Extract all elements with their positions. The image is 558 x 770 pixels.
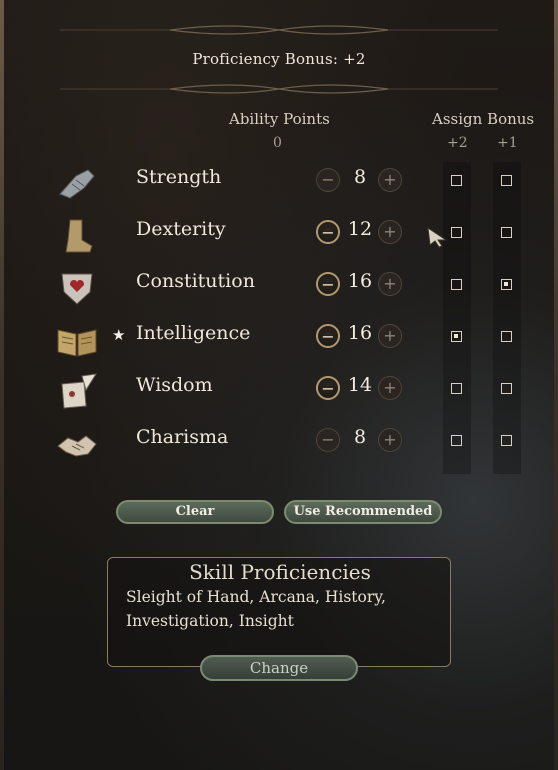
increase-intelligence-button[interactable]: + bbox=[378, 324, 402, 348]
ability-row-wisdom: Wisdom −14 + bbox=[0, 364, 558, 416]
increase-charisma-button[interactable]: + bbox=[378, 428, 402, 452]
increase-dexterity-button[interactable]: + bbox=[378, 220, 402, 244]
boot-icon bbox=[54, 216, 100, 256]
skill-proficiencies-panel: Skill Proficiencies Sleight of Hand, Arc… bbox=[107, 557, 451, 667]
ability-name-charisma: Charisma bbox=[136, 426, 229, 448]
bonus-plus2-checkbox-strength[interactable] bbox=[451, 175, 462, 186]
ability-value-constitution: 16 bbox=[347, 270, 373, 292]
bonus-plus1-header: +1 bbox=[497, 135, 518, 151]
bonus-plus1-checkbox-strength[interactable] bbox=[501, 175, 512, 186]
ability-name-strength: Strength bbox=[136, 166, 222, 188]
decrease-charisma-button[interactable]: − bbox=[316, 428, 340, 452]
ability-name-constitution: Constitution bbox=[136, 270, 255, 292]
decrease-wisdom-button[interactable]: − bbox=[316, 376, 340, 400]
bonus-plus1-checkbox-wisdom[interactable] bbox=[501, 383, 512, 394]
skill-proficiencies-title: Skill Proficiencies bbox=[189, 560, 371, 584]
ability-name-dexterity: Dexterity bbox=[136, 218, 226, 240]
use-recommended-button[interactable]: Use Recommended bbox=[284, 500, 442, 524]
ability-points-header: Ability Points bbox=[229, 110, 330, 128]
change-skills-button[interactable]: Change bbox=[200, 655, 358, 681]
skill-proficiencies-list: Sleight of Hand, Arcana, History, Invest… bbox=[126, 588, 386, 630]
bonus-plus2-checkbox-intelligence[interactable] bbox=[451, 331, 462, 342]
decrease-strength-button[interactable]: − bbox=[316, 168, 340, 192]
ability-row-strength: Strength −8 + bbox=[0, 156, 558, 208]
ability-value-dexterity: 12 bbox=[347, 218, 373, 240]
primary-ability-star-icon: ★ bbox=[112, 326, 126, 344]
proficiency-bonus: Proficiency Bonus: +2 bbox=[192, 50, 366, 68]
bonus-plus1-checkbox-charisma[interactable] bbox=[501, 435, 512, 446]
ability-row-charisma: Charisma −8 + bbox=[0, 416, 558, 468]
ability-row-intelligence: ★ Intelligence −16 + bbox=[0, 312, 558, 364]
decrease-intelligence-button[interactable]: − bbox=[316, 324, 340, 348]
ability-value-strength: 8 bbox=[353, 166, 367, 188]
assign-bonus-header: Assign Bonus bbox=[432, 110, 535, 128]
scroll-quill-icon bbox=[54, 372, 100, 412]
increase-strength-button[interactable]: + bbox=[378, 168, 402, 192]
ability-value-charisma: 8 bbox=[353, 426, 367, 448]
pointer-cursor-icon bbox=[427, 226, 448, 248]
decrease-constitution-button[interactable]: − bbox=[316, 272, 340, 296]
shield-heart-icon bbox=[54, 268, 100, 308]
ability-value-wisdom: 14 bbox=[347, 374, 373, 396]
open-book-icon bbox=[54, 320, 100, 360]
ornament-bottom-divider bbox=[60, 84, 498, 94]
bonus-plus2-checkbox-dexterity[interactable] bbox=[451, 227, 462, 238]
ability-points-remaining: 0 bbox=[273, 135, 282, 151]
increase-constitution-button[interactable]: + bbox=[378, 272, 402, 296]
increase-wisdom-button[interactable]: + bbox=[378, 376, 402, 400]
decrease-dexterity-button[interactable]: − bbox=[316, 220, 340, 244]
ability-name-wisdom: Wisdom bbox=[136, 374, 213, 396]
ability-name-intelligence: Intelligence bbox=[136, 322, 251, 344]
bonus-plus2-header: +2 bbox=[447, 135, 468, 151]
ability-row-dexterity: Dexterity −12 + bbox=[0, 208, 558, 260]
ornament-top-divider bbox=[60, 25, 498, 35]
bonus-plus1-checkbox-constitution[interactable] bbox=[501, 279, 512, 290]
ability-row-constitution: Constitution −16 + bbox=[0, 260, 558, 312]
bonus-plus1-checkbox-intelligence[interactable] bbox=[501, 331, 512, 342]
ability-value-intelligence: 16 bbox=[347, 322, 373, 344]
bonus-plus2-checkbox-wisdom[interactable] bbox=[451, 383, 462, 394]
bonus-plus2-checkbox-charisma[interactable] bbox=[451, 435, 462, 446]
gauntlet-icon bbox=[54, 164, 100, 204]
handshake-icon bbox=[54, 424, 100, 464]
bonus-plus2-checkbox-constitution[interactable] bbox=[451, 279, 462, 290]
clear-button[interactable]: Clear bbox=[116, 500, 274, 524]
bonus-plus1-checkbox-dexterity[interactable] bbox=[501, 227, 512, 238]
